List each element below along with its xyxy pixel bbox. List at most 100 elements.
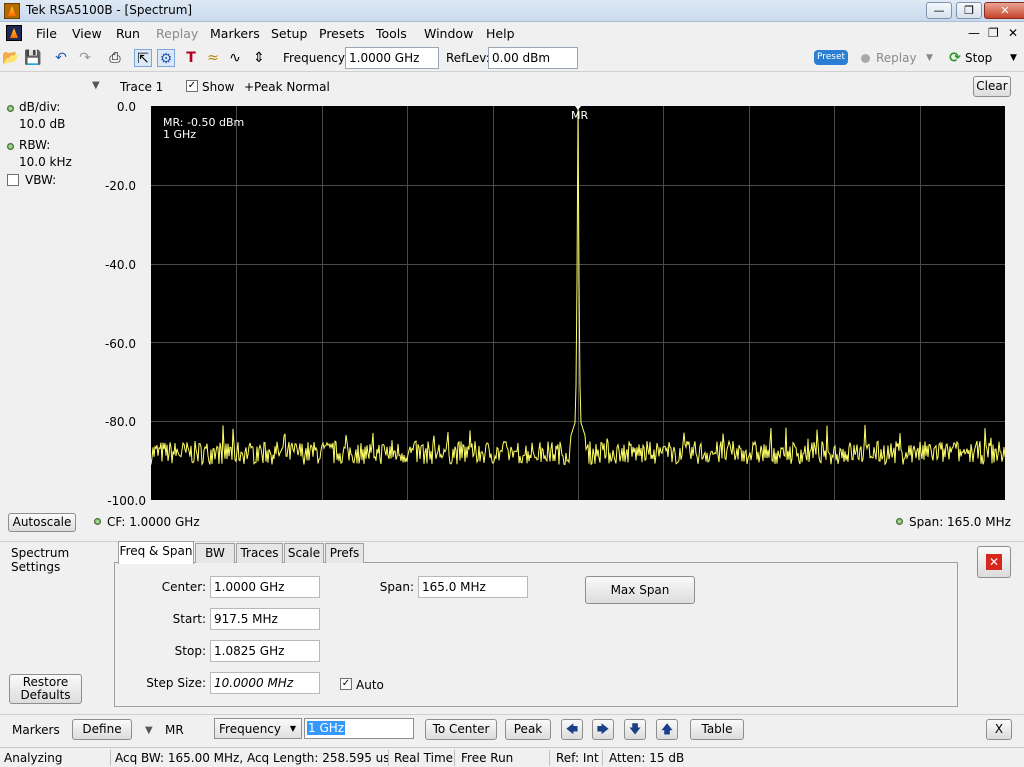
center-label: Center: [161, 580, 206, 594]
replay-dropdown-icon[interactable]: ▼ [926, 53, 933, 63]
cf-readout[interactable]: CF: 1.0000 GHz [107, 515, 200, 529]
replay-status-icon [861, 54, 870, 63]
status-mode: Real Time [394, 751, 454, 765]
peak-marker-icon[interactable]: ≈ [204, 49, 222, 67]
save-icon[interactable]: 💾 [24, 49, 42, 67]
status-separator [602, 750, 603, 766]
marker-select-chevron-icon[interactable]: ▼ [145, 725, 153, 736]
stop-dropdown-icon[interactable]: ▼ [1010, 53, 1017, 63]
tab-prefs[interactable]: Prefs [325, 543, 364, 563]
menu-tools[interactable]: Tools [376, 26, 407, 41]
max-span-button[interactable]: Max Span [585, 576, 695, 604]
restore-defaults-button[interactable]: Restore Defaults [9, 674, 82, 704]
stop-button[interactable]: Stop [965, 51, 992, 65]
rbw-label: RBW: [19, 138, 51, 152]
marker-name[interactable]: MR [165, 723, 184, 737]
detection-mode[interactable]: +Peak Normal [244, 80, 330, 94]
dbdiv-label: dB/div: [19, 100, 61, 114]
marker-down-arrow-icon[interactable]: 🡇 [624, 719, 646, 740]
menu-replay[interactable]: Replay [156, 26, 198, 41]
status-state: Analyzing [4, 751, 63, 765]
minimize-button[interactable]: — [926, 2, 952, 19]
marker-left-arrow-icon[interactable]: 🡄 [561, 719, 583, 740]
frequency-label: Frequency: [283, 51, 349, 65]
menu-markers[interactable]: Markers [210, 26, 260, 41]
marker-table-button[interactable]: Table [690, 719, 744, 740]
show-trace-checkbox[interactable]: ✓ [186, 80, 198, 92]
status-separator [110, 750, 111, 766]
select-arrow-icon: ▼ [289, 724, 296, 733]
mdi-minimize-icon[interactable]: — [968, 26, 980, 40]
spectrum-graph[interactable] [151, 106, 1005, 500]
open-folder-icon[interactable]: 📂 [2, 49, 20, 67]
status-ref: Ref: Int [556, 751, 599, 765]
mdi-close-icon[interactable]: ✕ [1008, 26, 1018, 40]
cf-adjust-icon[interactable] [94, 518, 101, 525]
title-bar: Tek RSA5100B - [Spectrum] — ❐ ✕ [0, 0, 1024, 22]
span-input[interactable]: 165.0 MHz [418, 576, 528, 598]
zoom-trace-icon[interactable]: ∿ [226, 49, 244, 67]
autoscale-button[interactable]: Autoscale [8, 513, 76, 532]
y-tick-label: 0.0 [116, 100, 136, 114]
stop-input[interactable]: 1.0825 GHz [210, 640, 320, 662]
status-bar: Analyzing Acq BW: 165.00 MHz, Acq Length… [0, 747, 1024, 767]
replay-button[interactable]: Replay [876, 51, 917, 65]
define-markers-button[interactable]: Define [72, 719, 132, 740]
marker-up-arrow-icon[interactable]: 🡅 [656, 719, 678, 740]
close-window-button[interactable]: ✕ [984, 2, 1024, 19]
start-label: Start: [172, 612, 206, 626]
clear-button[interactable]: Clear [973, 76, 1011, 97]
document-logo-icon[interactable] [6, 25, 22, 41]
reflev-label: RefLev: [446, 51, 490, 65]
rbw-value[interactable]: 10.0 kHz [19, 155, 72, 169]
reflev-input[interactable]: 0.00 dBm [488, 47, 578, 69]
trace-collapse-chevron-icon[interactable]: ▼ [92, 80, 100, 91]
vbw-checkbox[interactable] [7, 174, 19, 186]
spectrum-plot[interactable]: MR: -0.50 dBm 1 GHz MR [151, 106, 1005, 500]
step-size-input[interactable]: 10.0000 MHz [210, 672, 320, 694]
trace-selector[interactable]: Trace 1 [120, 80, 163, 94]
tab-bw[interactable]: BW [195, 543, 235, 563]
menu-presets[interactable]: Presets [319, 26, 365, 41]
select-tool-icon[interactable]: ⇱ [134, 49, 152, 67]
undo-icon[interactable]: ↶ [52, 49, 70, 67]
start-input[interactable]: 917.5 MHz [210, 608, 320, 630]
menu-window[interactable]: Window [424, 26, 473, 41]
run-cycle-icon: ⟳ [949, 50, 961, 66]
menu-view[interactable]: View [72, 26, 102, 41]
tab-scale[interactable]: Scale [284, 543, 324, 563]
rbw-adjust-icon[interactable] [7, 143, 14, 150]
vbw-label: VBW: [25, 173, 57, 187]
maximize-button[interactable]: ❐ [956, 2, 982, 19]
menu-file[interactable]: File [36, 26, 57, 41]
close-markers-button[interactable]: X [986, 719, 1012, 740]
frequency-input[interactable]: 1.0000 GHz [345, 47, 439, 69]
step-auto-checkbox[interactable]: ✓ [340, 678, 352, 690]
marker-type-select[interactable]: Frequency ▼ [214, 718, 302, 739]
close-settings-button[interactable]: ✕ [977, 546, 1011, 578]
menu-run[interactable]: Run [116, 26, 140, 41]
span-zoom-icon[interactable]: ⇕ [250, 49, 268, 67]
settings-title-line1: Spectrum [11, 546, 70, 560]
marker-value-input[interactable]: 1 GHz [304, 718, 414, 739]
dbdiv-value[interactable]: 10.0 dB [19, 117, 65, 131]
status-atten: Atten: 15 dB [609, 751, 685, 765]
print-icon[interactable]: ⎙ [106, 49, 124, 67]
to-center-button[interactable]: To Center [425, 719, 497, 740]
text-tool-icon[interactable]: T [182, 49, 200, 67]
redo-icon[interactable]: ↷ [76, 49, 94, 67]
mdi-restore-icon[interactable]: ❐ [988, 26, 999, 40]
peak-button[interactable]: Peak [505, 719, 551, 740]
tab-traces[interactable]: Traces [236, 543, 283, 563]
settings-gear-icon[interactable]: ⚙ [157, 49, 175, 67]
menu-setup[interactable]: Setup [271, 26, 307, 41]
tab-freq-span[interactable]: Freq & Span [118, 541, 194, 564]
toolbar: 📂 💾 ↶ ↷ ⎙ ⇱ ⚙ T ≈ ∿ ⇕ Frequency: 1.0000 … [0, 44, 1024, 72]
dbdiv-adjust-icon[interactable] [7, 105, 14, 112]
center-input[interactable]: 1.0000 GHz [210, 576, 320, 598]
span-readout[interactable]: Span: 165.0 MHz [909, 515, 1011, 529]
marker-right-arrow-icon[interactable]: 🡆 [592, 719, 614, 740]
preset-button[interactable]: Preset [814, 50, 848, 65]
menu-help[interactable]: Help [486, 26, 515, 41]
span-adjust-icon[interactable] [896, 518, 903, 525]
